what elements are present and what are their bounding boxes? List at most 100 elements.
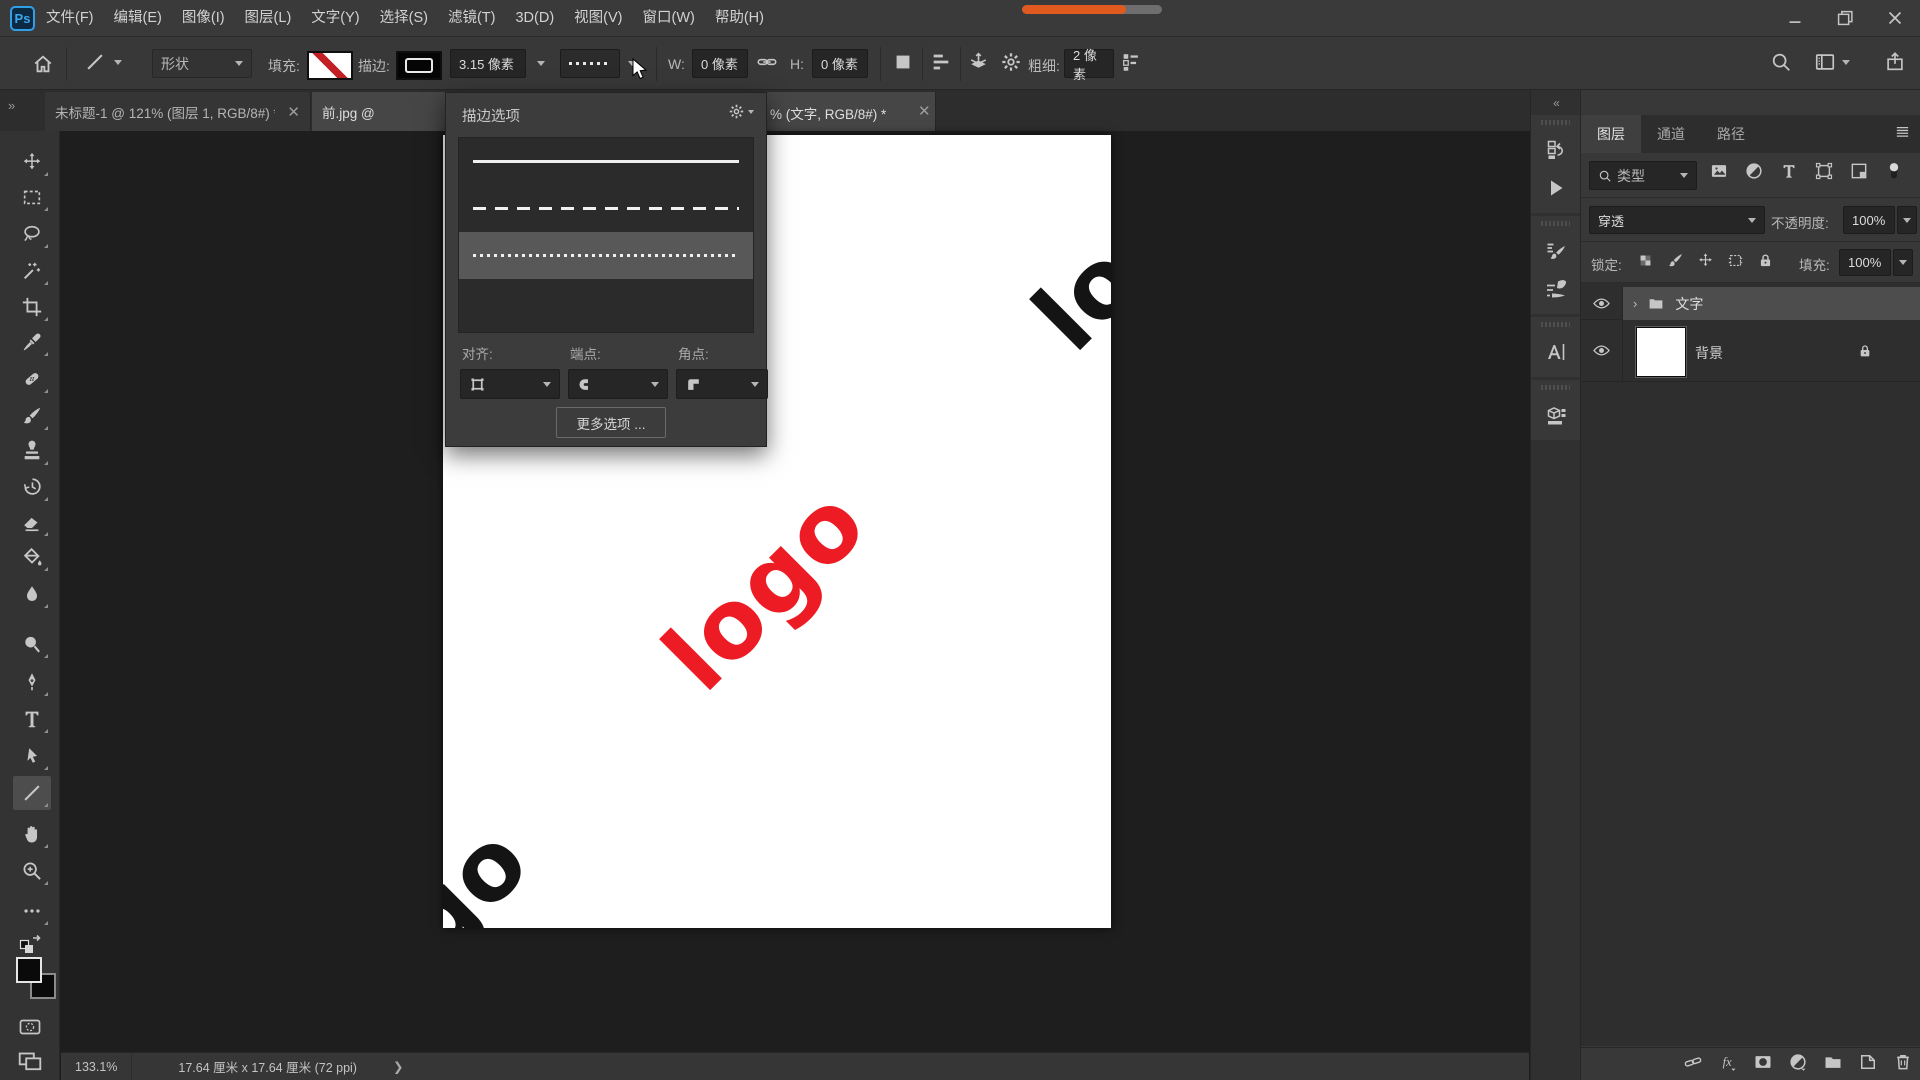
link-dimensions-button[interactable] — [756, 51, 778, 73]
tab-paths[interactable]: 路径 — [1701, 115, 1761, 153]
filter-smart-filter-button[interactable] — [1849, 161, 1869, 186]
stroke-style-solid[interactable] — [459, 138, 753, 185]
filter-filter-toggle-button[interactable] — [1884, 161, 1904, 186]
tab-close-icon[interactable]: ✕ — [287, 103, 300, 121]
path-arrangement-button[interactable] — [966, 50, 991, 75]
menu-help[interactable]: 帮助(H) — [705, 0, 774, 36]
lock-position-button[interactable] — [1697, 252, 1714, 274]
filter-type-filter-button[interactable] — [1779, 161, 1799, 186]
link-layers-button[interactable] — [1683, 1052, 1703, 1077]
tab-layers[interactable]: 图层 — [1581, 115, 1641, 153]
fill-color-swatch[interactable] — [307, 51, 353, 80]
restore-button[interactable] — [1820, 0, 1870, 36]
tool-type[interactable] — [13, 702, 51, 736]
quick-mask-button[interactable] — [15, 1015, 45, 1044]
grip-handle[interactable] — [1541, 120, 1570, 125]
tool-pen[interactable] — [13, 665, 51, 699]
menu-window[interactable]: 窗口(W) — [633, 0, 705, 36]
zoom-level-readout[interactable]: 133.1% — [75, 1060, 117, 1074]
lock-paint-button[interactable] — [1667, 252, 1684, 274]
tool-rect-marquee[interactable] — [13, 180, 51, 214]
tool-mode-select[interactable]: 形状 — [152, 49, 252, 78]
foreground-color-swatch[interactable] — [16, 957, 42, 983]
tool-lasso[interactable] — [13, 217, 51, 251]
stroke-color-swatch[interactable] — [396, 51, 442, 80]
tool-path-selection[interactable] — [13, 739, 51, 773]
visibility-toggle[interactable] — [1581, 287, 1623, 319]
fill-dropdown[interactable] — [1893, 249, 1913, 276]
tool-move[interactable] — [13, 145, 51, 179]
weight-input[interactable]: 2 像素 — [1064, 49, 1114, 78]
dock-panel-character[interactable] — [1531, 333, 1581, 371]
layer-style-fx-button[interactable]: fx — [1718, 1052, 1738, 1077]
grip-handle[interactable] — [1541, 322, 1570, 327]
filter-type-select[interactable]: 类型 — [1589, 161, 1697, 190]
add-mask-button[interactable] — [1753, 1052, 1773, 1077]
stroke-width-input[interactable]: 3.15 像素 — [450, 49, 526, 78]
width-input[interactable]: 0 像素 — [692, 49, 748, 78]
canvas-area[interactable]: logo logo logo logo 133.1% 17.64 厘米 x 17… — [61, 131, 1529, 1080]
tool-dodge[interactable] — [13, 627, 51, 661]
filter-pixel-filter-button[interactable] — [1709, 161, 1729, 186]
menu-filter[interactable]: 滤镜(T) — [438, 0, 506, 36]
visibility-toggle[interactable] — [1581, 320, 1623, 381]
menu-edit[interactable]: 编辑(E) — [104, 0, 172, 36]
new-group-button[interactable] — [1823, 1052, 1843, 1077]
line-tool-preset[interactable] — [84, 51, 122, 73]
menu-layer[interactable]: 图层(L) — [235, 0, 302, 36]
home-button[interactable] — [30, 51, 56, 77]
shape-settings-button[interactable] — [1000, 51, 1022, 73]
menu-3d[interactable]: 3D(D) — [505, 0, 564, 36]
caps-select[interactable] — [568, 369, 668, 399]
search-button[interactable] — [1770, 51, 1792, 73]
menu-view[interactable]: 视图(V) — [564, 0, 632, 36]
menu-select[interactable]: 选择(S) — [370, 0, 438, 36]
expand-panel-icon[interactable]: » — [8, 98, 13, 113]
corners-select[interactable] — [676, 369, 768, 399]
layer-row-content[interactable]: › 文字 — [1623, 287, 1920, 320]
lock-transparency-button[interactable] — [1637, 252, 1654, 274]
tool-crop[interactable] — [13, 290, 51, 324]
tool-magic-wand[interactable] — [13, 254, 51, 288]
stroke-style-dashed[interactable] — [459, 185, 753, 232]
status-options-chevron[interactable]: ❯ — [393, 1059, 403, 1074]
tool-ellipsis[interactable] — [13, 894, 51, 928]
lock-all-button[interactable] — [1757, 252, 1774, 274]
align-select[interactable] — [460, 369, 560, 399]
delete-layer-button[interactable] — [1893, 1052, 1913, 1077]
grip-handle[interactable] — [1541, 221, 1570, 226]
panel-menu-button[interactable] — [1894, 123, 1911, 145]
dock-panel-materials-3d[interactable] — [1531, 396, 1581, 434]
grip-handle[interactable] — [1541, 385, 1570, 390]
share-button[interactable] — [1884, 51, 1906, 73]
menu-type[interactable]: 文字(Y) — [301, 0, 369, 36]
path-operations-button[interactable] — [892, 51, 914, 73]
height-input[interactable]: 0 像素 — [812, 49, 868, 78]
tool-line[interactable] — [13, 776, 51, 810]
dock-panel-brush-settings[interactable] — [1531, 232, 1581, 270]
tool-hand[interactable] — [13, 817, 51, 851]
workspace-switcher[interactable] — [1814, 51, 1850, 73]
tool-eyedropper[interactable] — [13, 325, 51, 359]
tab-close-icon[interactable]: ✕ — [918, 102, 931, 120]
tool-eraser[interactable] — [13, 505, 51, 539]
edit-toolbar-button[interactable] — [1120, 51, 1142, 73]
document-tab-untitled[interactable]: 未标题-1 @ 121% (图层 1, RGB/8#) * ✕ — [45, 92, 311, 131]
layer-thumbnail[interactable] — [1636, 327, 1686, 377]
dock-panel-brushes[interactable] — [1531, 270, 1581, 308]
stroke-width-dropdown[interactable] — [530, 49, 552, 78]
expand-group-chevron[interactable]: › — [1633, 296, 1637, 311]
fill-input[interactable]: 100% — [1839, 249, 1891, 276]
screen-mode-button[interactable] — [15, 1047, 45, 1078]
swap-colors-button[interactable] — [16, 931, 46, 955]
stroke-style-dotted[interactable] — [459, 232, 753, 279]
close-button[interactable] — [1870, 0, 1920, 36]
layer-row-text-group[interactable]: › 文字 — [1581, 287, 1920, 320]
collapse-dock-button[interactable]: « — [1531, 90, 1580, 115]
dock-panel-history[interactable] — [1531, 131, 1581, 169]
popup-settings-button[interactable] — [728, 103, 754, 120]
tool-spot-healing[interactable] — [13, 362, 51, 396]
opacity-input[interactable]: 100% — [1843, 206, 1895, 234]
new-layer-button[interactable] — [1858, 1052, 1878, 1077]
tool-paint-bucket[interactable] — [13, 540, 51, 574]
